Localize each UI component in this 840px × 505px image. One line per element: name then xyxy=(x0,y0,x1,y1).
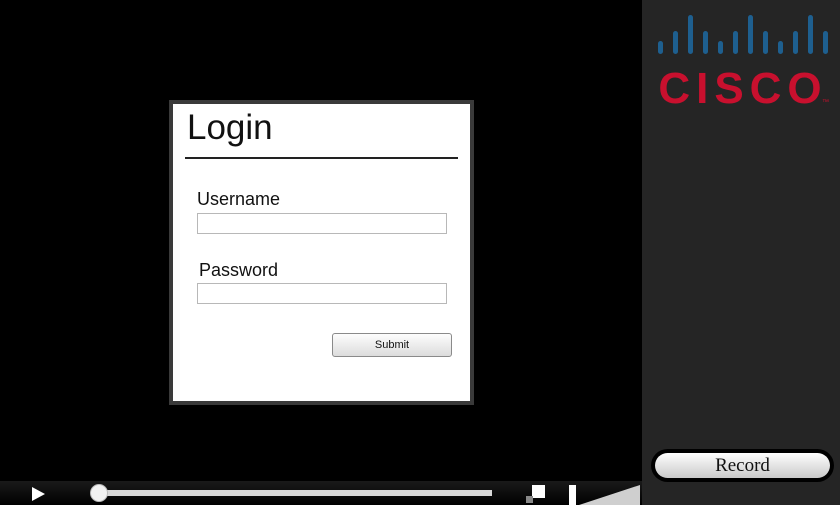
seek-handle[interactable] xyxy=(90,484,108,502)
password-label: Password xyxy=(199,260,279,280)
video-area: Login Username Password Submit xyxy=(0,0,642,505)
trademark-symbol: ™ xyxy=(822,99,829,106)
play-icon[interactable] xyxy=(26,485,50,503)
password-input[interactable] xyxy=(197,283,447,304)
username-input[interactable] xyxy=(197,213,447,234)
record-button[interactable]: Record xyxy=(651,449,834,482)
submit-button[interactable]: Submit xyxy=(332,333,452,357)
cisco-logo: CISCO ™ xyxy=(658,15,829,112)
fullscreen-icon[interactable] xyxy=(525,484,547,504)
volume-icon[interactable] xyxy=(569,484,641,505)
login-title: Login xyxy=(187,108,273,147)
side-panel: CISCO ™ Record xyxy=(642,0,840,505)
login-form: Login Username Password Submit xyxy=(169,100,474,405)
record-button-label: Record xyxy=(655,453,830,478)
seek-bar[interactable] xyxy=(100,490,492,496)
title-divider xyxy=(185,157,458,159)
player-controls xyxy=(0,481,642,505)
cisco-wordmark: CISCO xyxy=(658,64,827,112)
username-label: Username xyxy=(197,189,281,209)
